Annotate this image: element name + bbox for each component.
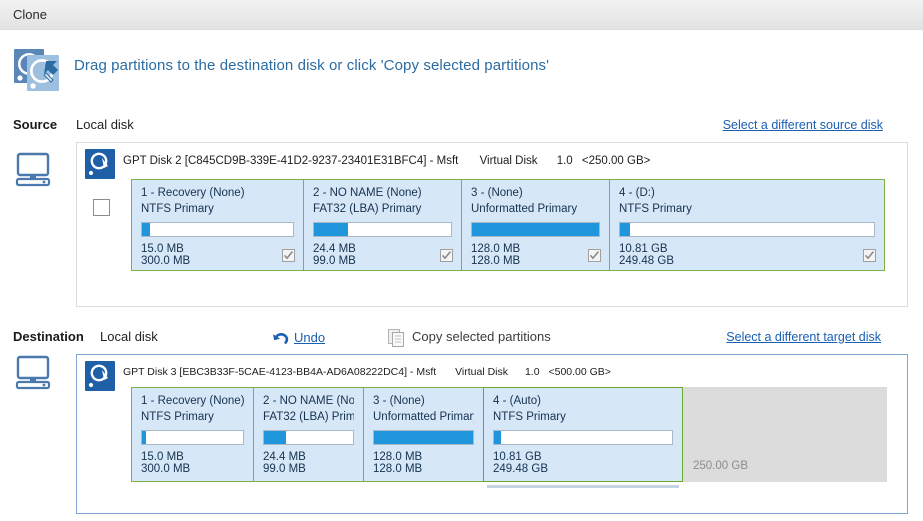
partition-used-size: 24.4 MB bbox=[263, 451, 306, 463]
undo-link[interactable]: Undo bbox=[294, 330, 325, 345]
partition-filesystem: NTFS Primary bbox=[619, 203, 692, 215]
copy-pages-icon bbox=[388, 329, 406, 352]
source-sublabel: Local disk bbox=[76, 117, 134, 132]
partition-usage-fill bbox=[472, 223, 599, 236]
instruction-header: Drag partitions to the destination disk … bbox=[0, 38, 923, 100]
partition-box[interactable]: 2 - NO NAME (None) FAT32 (LBA) Primary 24.… bbox=[253, 387, 363, 482]
partition-box[interactable]: 4 - (D:) NTFS Primary 10.81 GB 249.48 GB bbox=[609, 179, 885, 271]
partition-box[interactable]: 3 - (None) Unformatted Primary 128.0 MB 128… bbox=[461, 179, 609, 271]
destination-disk-vendor: Virtual Disk bbox=[455, 366, 509, 378]
partition-filesystem: Unformatted Primary bbox=[471, 203, 578, 215]
partition-filesystem: NTFS Primary bbox=[141, 411, 214, 423]
source-disk-title: GPT Disk 2 [C845CD9B-339E-41D2-9237-2340… bbox=[123, 155, 650, 167]
destination-sublabel: Local disk bbox=[100, 329, 158, 344]
partition-usage-bar bbox=[471, 222, 600, 237]
partition-title: 3 - (None) bbox=[373, 395, 425, 407]
clone-disks-icon bbox=[13, 47, 61, 93]
source-disk-panel: GPT Disk 2 [C845CD9B-339E-41D2-9237-2340… bbox=[76, 142, 908, 307]
unallocated-space-label: 250.00 GB bbox=[693, 460, 748, 472]
partition-usage-fill bbox=[142, 223, 150, 236]
window-title: Clone bbox=[13, 7, 47, 22]
partition-used-size: 10.81 GB bbox=[493, 451, 542, 463]
destination-label: Destination bbox=[13, 329, 84, 344]
partition-title: 1 - Recovery (None) bbox=[141, 187, 245, 199]
source-partition-strip: 1 - Recovery (None) NTFS Primary 15.0 MB 30… bbox=[131, 179, 885, 271]
partition-total-size: 300.0 MB bbox=[141, 255, 191, 267]
partition-box[interactable]: 4 - (Auto) NTFS Primary 10.81 GB 249.48 GB bbox=[483, 387, 683, 482]
partition-usage-fill bbox=[314, 223, 349, 236]
partition-total-size: 99.0 MB bbox=[263, 463, 306, 475]
destination-partition-strip: 1 - Recovery (None) NTFS Primary 15.0 MB 30… bbox=[131, 387, 887, 482]
source-computer-monitor-icon bbox=[14, 152, 56, 188]
source-disk-version: 1.0 bbox=[556, 155, 573, 167]
source-disk-id: GPT Disk 2 [C845CD9B-339E-41D2-9237-2340… bbox=[123, 155, 459, 167]
partition-usage-bar bbox=[141, 222, 294, 237]
partition-checkbox[interactable] bbox=[863, 249, 876, 262]
partition-title: 2 - NO NAME (None) bbox=[313, 187, 422, 199]
partition-filesystem: NTFS Primary bbox=[493, 411, 566, 423]
partition-checkbox[interactable] bbox=[440, 249, 453, 262]
instruction-text: Drag partitions to the destination disk … bbox=[74, 57, 550, 74]
partition-usage-bar bbox=[619, 222, 875, 237]
partition-used-size: 24.4 MB bbox=[313, 243, 356, 255]
partition-usage-fill bbox=[620, 223, 631, 236]
source-disk-capacity: <250.00 GB> bbox=[581, 155, 651, 167]
destination-disk-id: GPT Disk 3 [EBC3B33F-5CAE-4123-BB4A-AD6A… bbox=[123, 366, 437, 378]
partition-usage-fill bbox=[374, 431, 473, 444]
partition-box[interactable]: 1 - Recovery (None) NTFS Primary 15.0 MB 30… bbox=[131, 387, 253, 482]
partition-box[interactable]: 3 - (None) Unformatted Primary 128.0 MB 128… bbox=[363, 387, 483, 482]
partition-total-size: 128.0 MB bbox=[471, 255, 521, 267]
unallocated-space-block[interactable]: 250.00 GB bbox=[683, 387, 887, 482]
partition-filesystem: FAT32 (LBA) Primary bbox=[313, 203, 422, 215]
destination-disk-capacity: <500.00 GB> bbox=[548, 366, 611, 378]
clone-window: Clone Drag partitions to the destination… bbox=[0, 0, 923, 521]
partition-filesystem: NTFS Primary bbox=[141, 203, 214, 215]
destination-disk-version: 1.0 bbox=[524, 366, 540, 378]
partition-title: 4 - (Auto) bbox=[493, 395, 541, 407]
partition-total-size: 128.0 MB bbox=[373, 463, 423, 475]
partition-total-size: 99.0 MB bbox=[313, 255, 356, 267]
partition-filesystem: Unformatted Primary bbox=[373, 411, 474, 423]
partition-usage-fill bbox=[142, 431, 147, 444]
partition-usage-bar bbox=[493, 430, 673, 445]
source-select-all-checkbox[interactable] bbox=[93, 199, 110, 216]
partition-usage-bar bbox=[373, 430, 474, 445]
partition-usage-bar bbox=[313, 222, 452, 237]
window-titlebar: Clone bbox=[0, 0, 923, 30]
partition-total-size: 249.48 GB bbox=[493, 463, 548, 475]
partition-used-size: 10.81 GB bbox=[619, 243, 668, 255]
copy-selected-partitions-button[interactable]: Copy selected partitions bbox=[412, 329, 551, 344]
partition-title: 1 - Recovery (None) bbox=[141, 395, 244, 407]
partition-used-size: 128.0 MB bbox=[471, 243, 521, 255]
partition-checkbox[interactable] bbox=[588, 249, 601, 262]
partition-box[interactable]: 2 - NO NAME (None) FAT32 (LBA) Primary 24.… bbox=[303, 179, 461, 271]
destination-drop-indicator bbox=[487, 485, 679, 488]
destination-disk-panel[interactable]: GPT Disk 3 [EBC3B33F-5CAE-4123-BB4A-AD6A… bbox=[76, 354, 908, 514]
destination-disk-title: GPT Disk 3 [EBC3B33F-5CAE-4123-BB4A-AD6A… bbox=[123, 366, 611, 378]
partition-used-size: 15.0 MB bbox=[141, 451, 184, 463]
partition-filesystem: FAT32 (LBA) Primary bbox=[263, 411, 354, 423]
source-hard-disk-icon bbox=[85, 149, 115, 179]
select-different-target-disk-link[interactable]: Select a different target disk bbox=[726, 330, 881, 344]
destination-computer-monitor-icon bbox=[14, 355, 56, 391]
partition-used-size: 15.0 MB bbox=[141, 243, 184, 255]
partition-total-size: 300.0 MB bbox=[141, 463, 191, 475]
select-different-source-disk-link[interactable]: Select a different source disk bbox=[723, 118, 883, 132]
partition-title: 2 - NO NAME (None) bbox=[263, 395, 354, 407]
undo-arrow-icon[interactable] bbox=[272, 331, 289, 351]
partition-checkbox[interactable] bbox=[282, 249, 295, 262]
partition-usage-fill bbox=[264, 431, 287, 444]
partition-usage-bar bbox=[263, 430, 354, 445]
partition-total-size: 249.48 GB bbox=[619, 255, 674, 267]
partition-title: 3 - (None) bbox=[471, 187, 523, 199]
partition-title: 4 - (D:) bbox=[619, 187, 655, 199]
partition-usage-bar bbox=[141, 430, 244, 445]
partition-used-size: 128.0 MB bbox=[373, 451, 423, 463]
source-disk-vendor: Virtual Disk bbox=[479, 155, 538, 167]
source-label: Source bbox=[13, 117, 58, 132]
partition-box[interactable]: 1 - Recovery (None) NTFS Primary 15.0 MB 30… bbox=[131, 179, 303, 271]
partition-usage-fill bbox=[494, 431, 502, 444]
destination-hard-disk-icon bbox=[85, 361, 115, 391]
